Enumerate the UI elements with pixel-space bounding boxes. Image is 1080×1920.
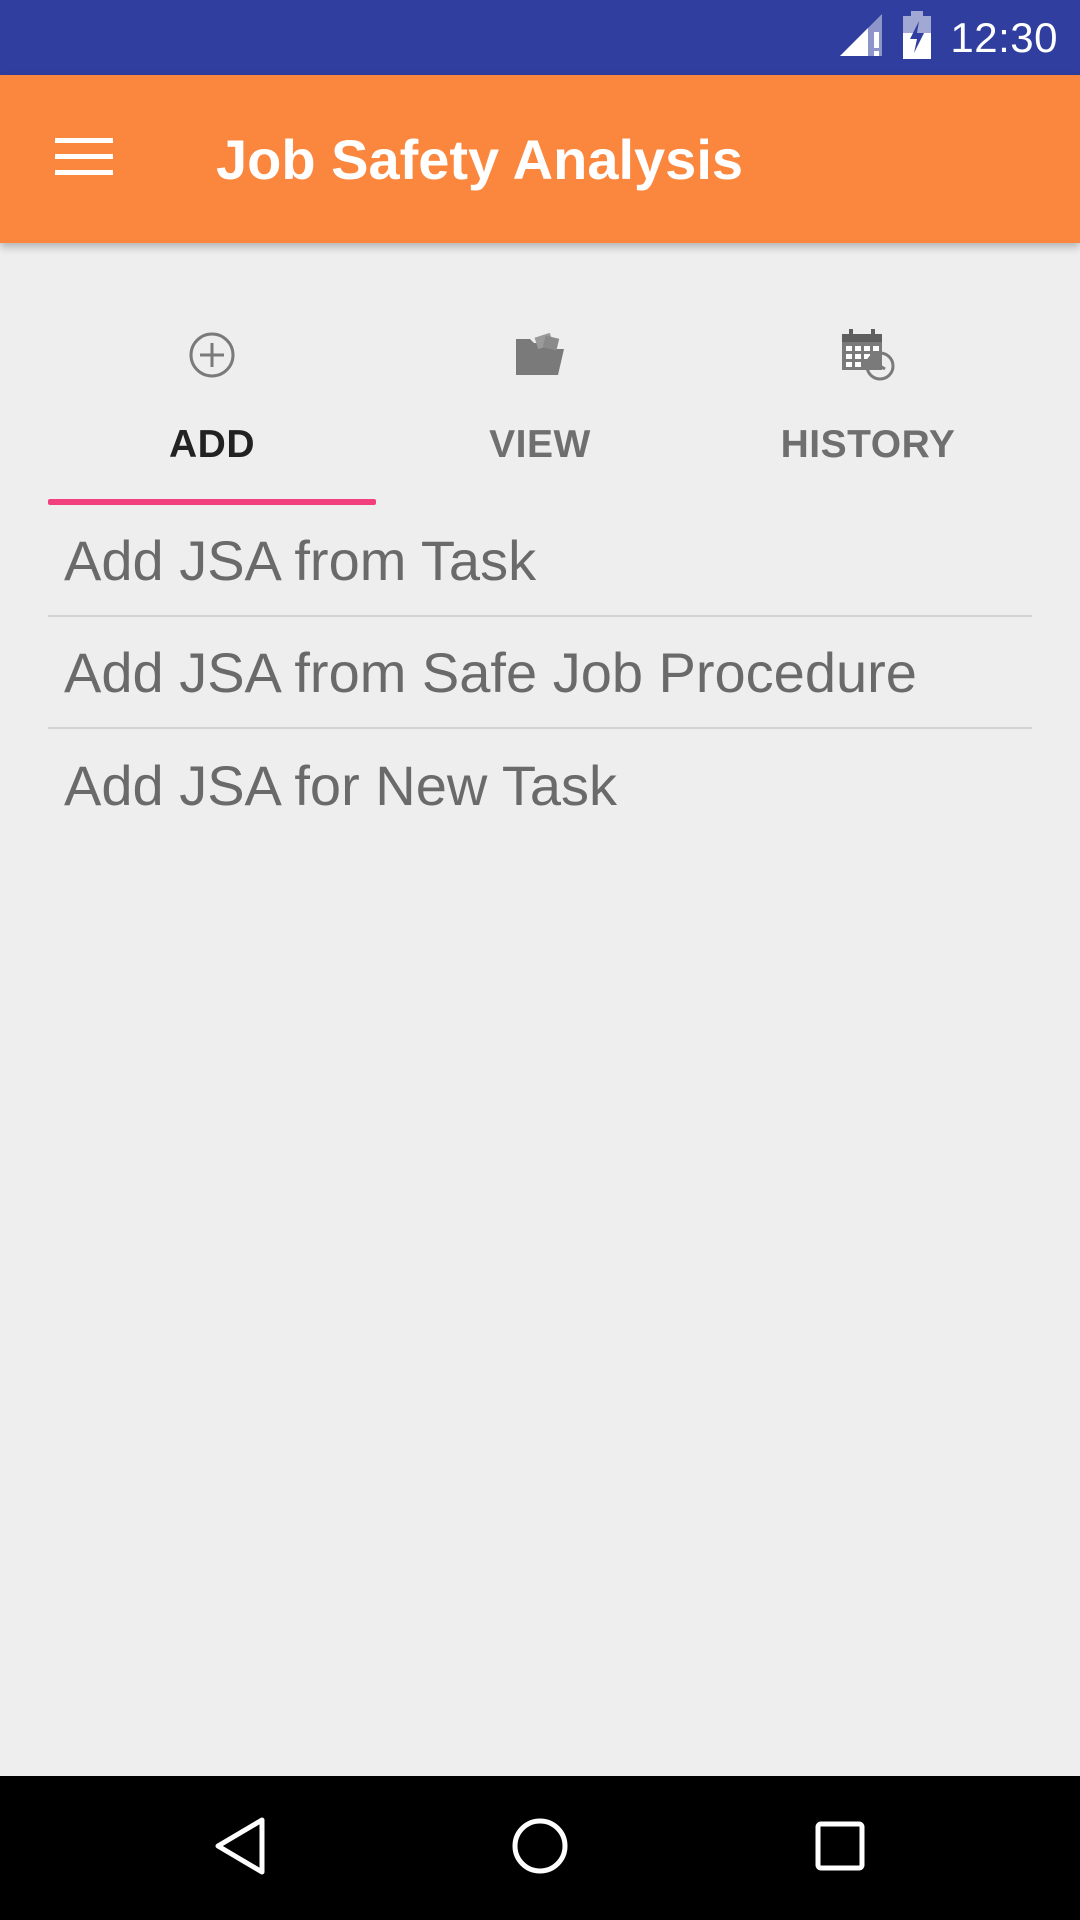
- recents-button[interactable]: [768, 1776, 912, 1920]
- home-button[interactable]: [468, 1776, 612, 1920]
- tab-history[interactable]: HISTORY: [704, 305, 1032, 505]
- recents-icon: [814, 1820, 866, 1877]
- clock: 12:30: [950, 13, 1058, 61]
- hamburger-menu-icon: [55, 136, 113, 183]
- app-bar: Job Safety Analysis: [0, 75, 1080, 243]
- tab-history-label: HISTORY: [780, 423, 956, 466]
- add-circle-icon: [188, 325, 236, 385]
- list-item-add-jsa-for-new-task[interactable]: Add JSA for New Task: [48, 729, 1032, 841]
- app-title: Job Safety Analysis: [216, 127, 744, 191]
- list-item-add-jsa-from-safe-job-procedure[interactable]: Add JSA from Safe Job Procedure: [48, 617, 1032, 729]
- tab-bar: ADD VIEW HISTORY: [48, 305, 1032, 505]
- calendar-history-icon: [840, 325, 896, 385]
- signal-icon: [838, 12, 884, 63]
- tab-view-label: VIEW: [489, 423, 591, 466]
- navigation-bar: [0, 1776, 1080, 1920]
- tab-add-label: ADD: [169, 423, 255, 466]
- battery-charging-icon: [902, 11, 932, 64]
- tab-add[interactable]: ADD: [48, 305, 376, 505]
- back-button[interactable]: [168, 1776, 312, 1920]
- home-icon: [511, 1817, 569, 1880]
- list-item-add-jsa-from-task[interactable]: Add JSA from Task: [48, 505, 1032, 617]
- folder-open-icon: [514, 325, 566, 385]
- status-icons: 12:30: [838, 0, 1058, 75]
- add-options-list: Add JSA from Task Add JSA from Safe Job …: [48, 505, 1032, 841]
- menu-button[interactable]: [40, 115, 128, 203]
- tab-view[interactable]: VIEW: [376, 305, 704, 505]
- back-icon: [212, 1816, 268, 1881]
- status-bar: 12:30: [0, 0, 1080, 75]
